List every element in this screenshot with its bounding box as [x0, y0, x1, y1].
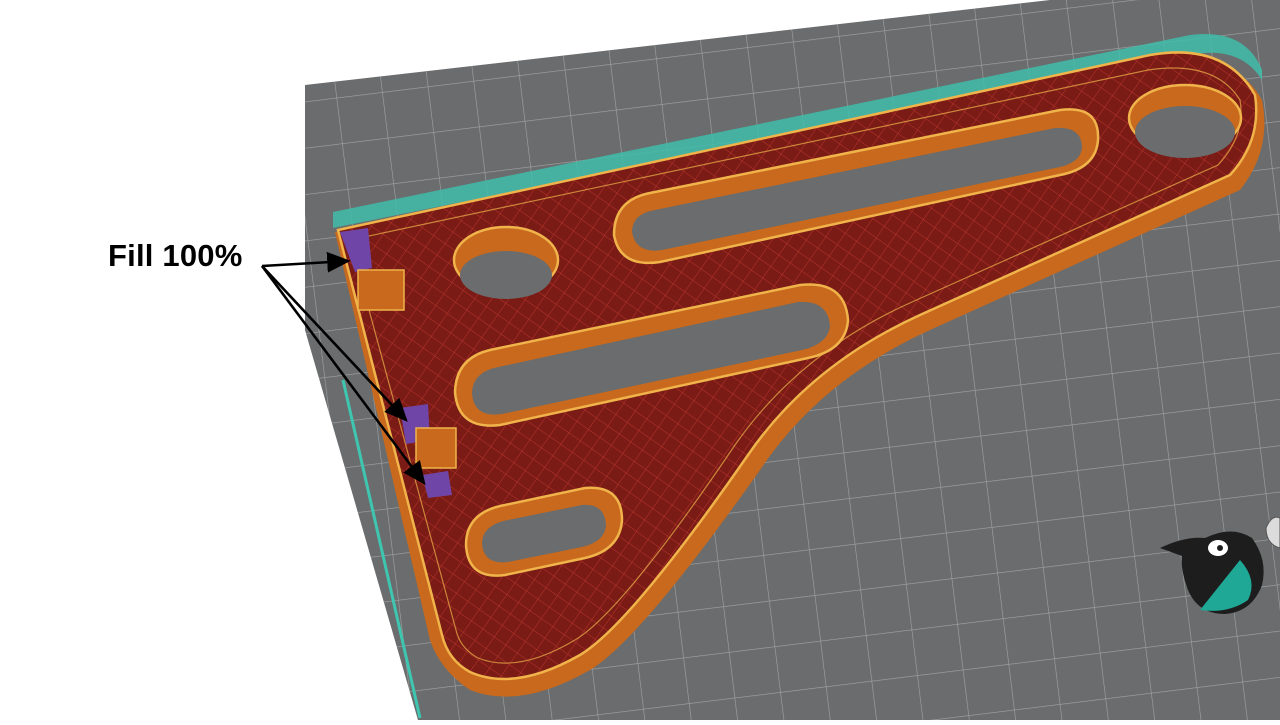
hole-round-large [1127, 83, 1243, 158]
fill-annotation-label: Fill 100% [108, 238, 243, 273]
hole-round-small [452, 225, 560, 299]
3d-viewport[interactable]: Fill 100% [0, 0, 1280, 720]
scene-canvas[interactable] [0, 0, 1280, 720]
